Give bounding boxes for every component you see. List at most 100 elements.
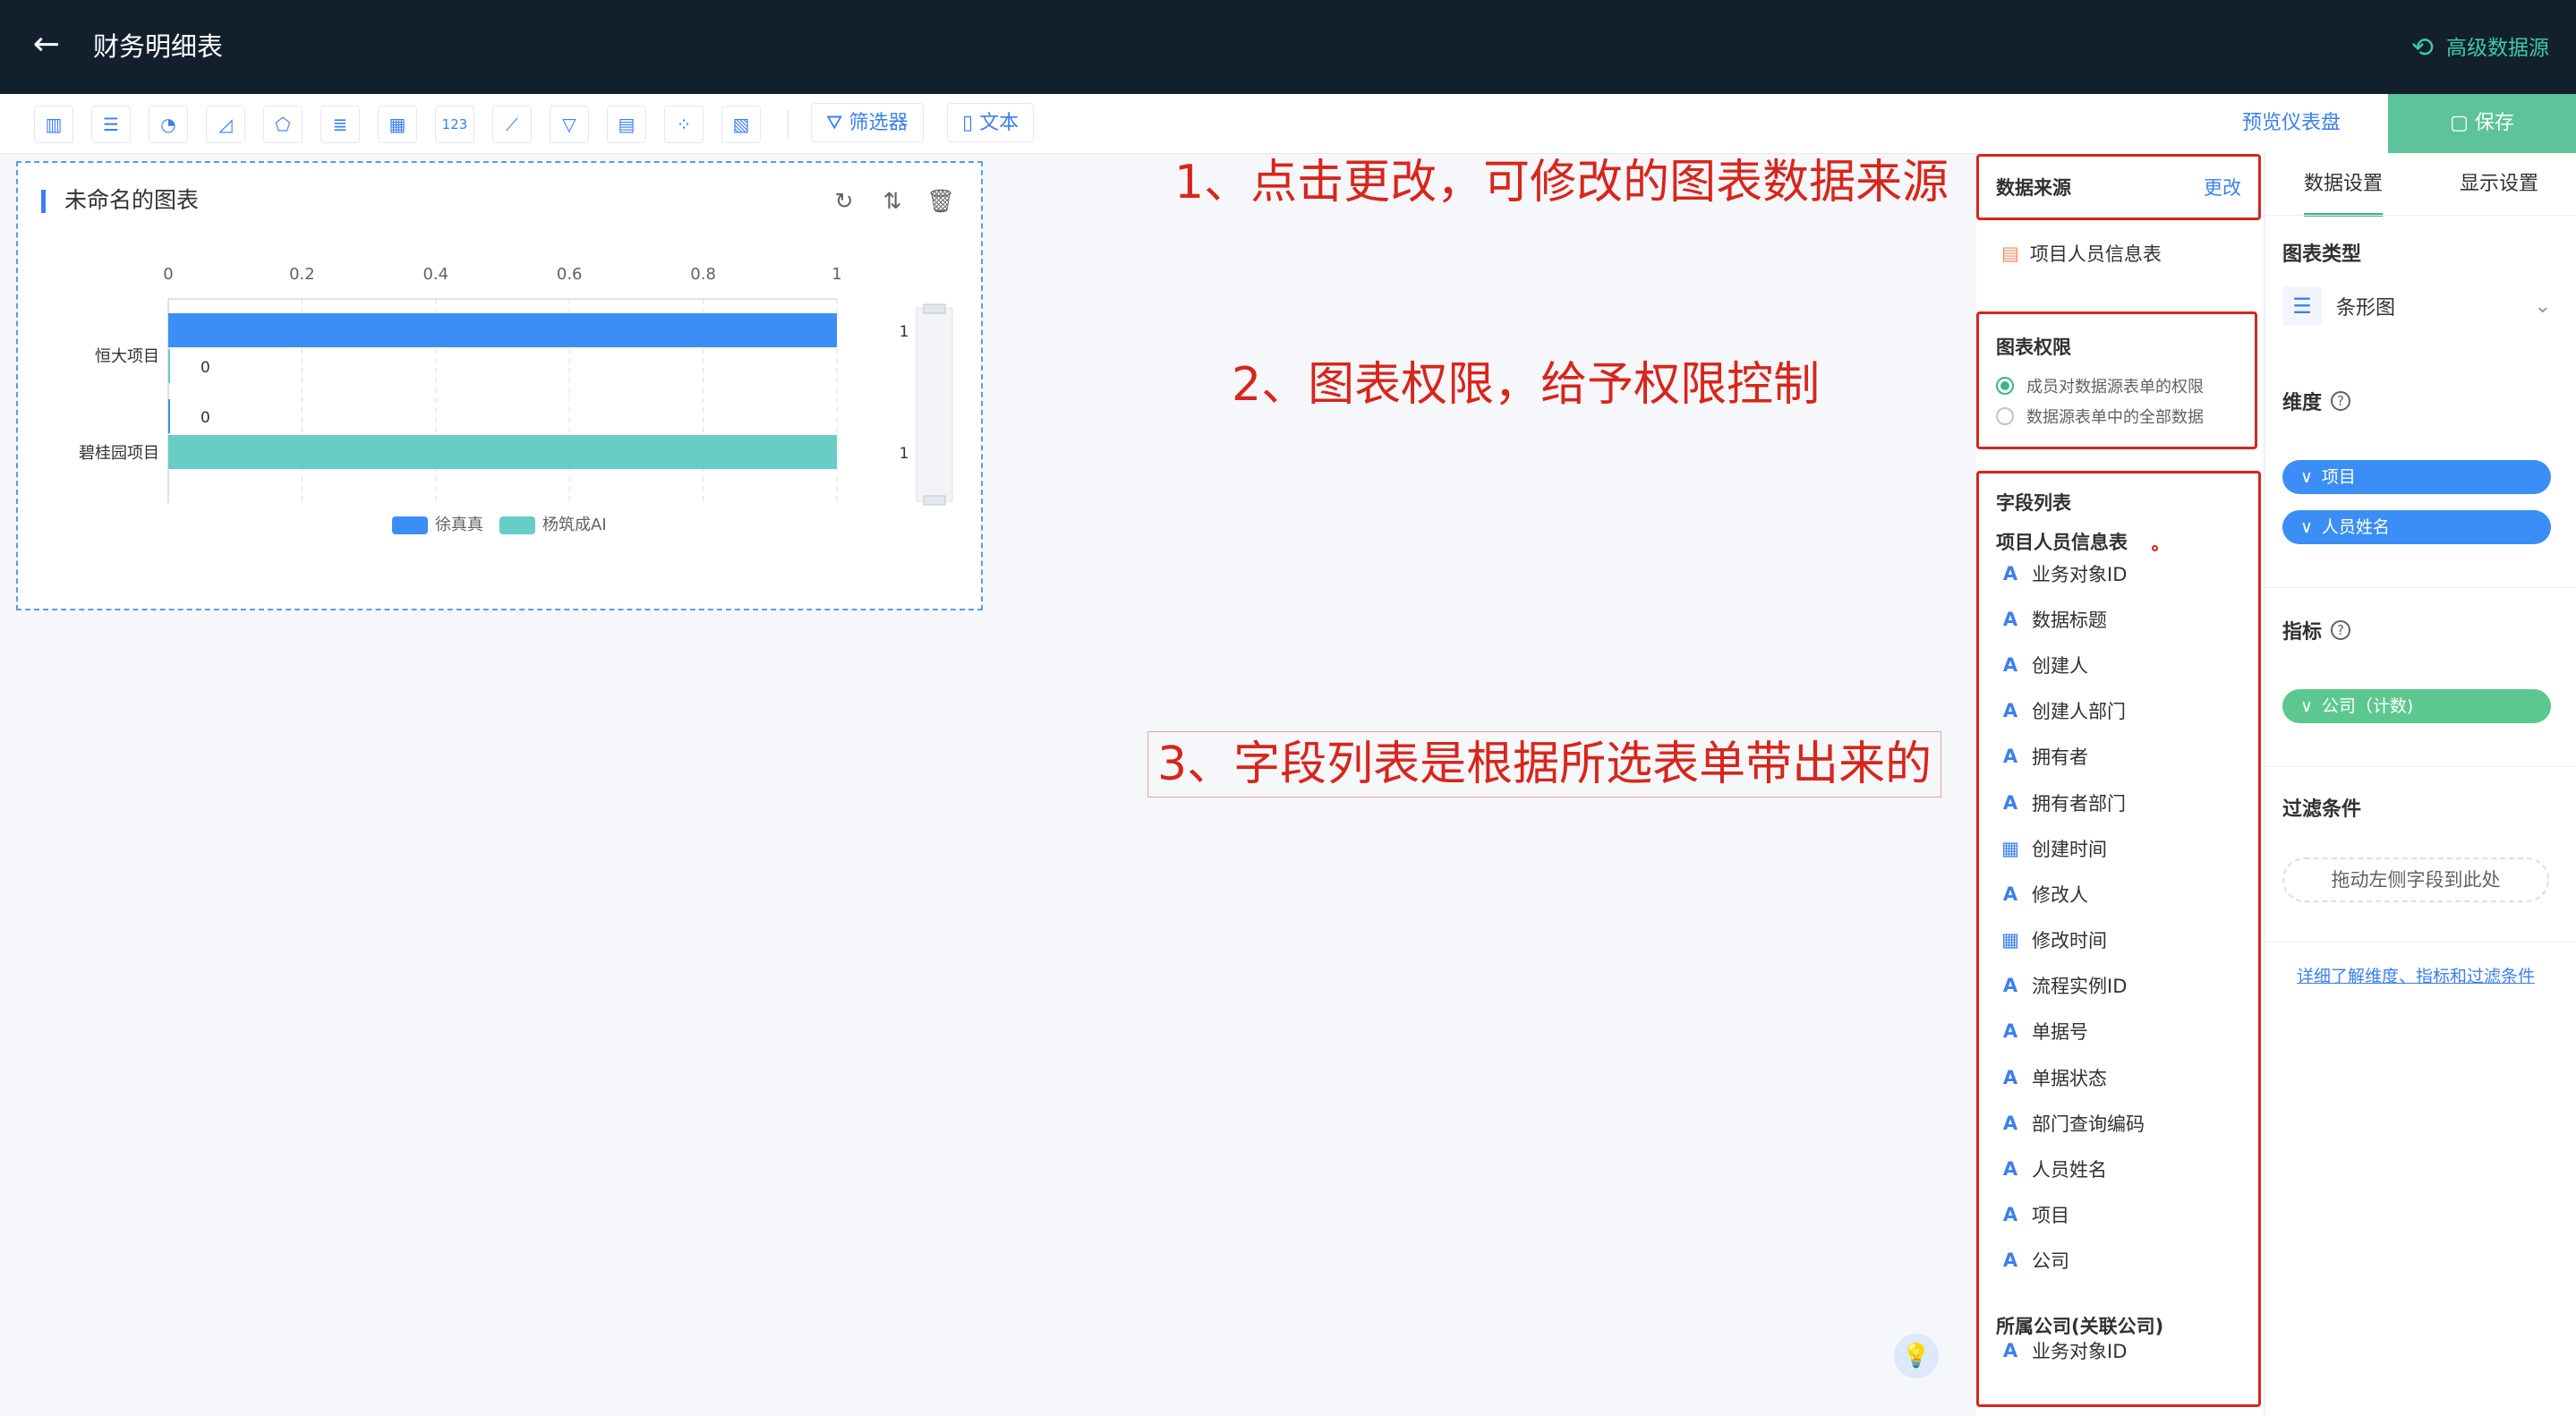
field-item[interactable]: A 人员姓名: [2001, 1146, 2243, 1191]
tab-display-settings[interactable]: 显示设置: [2460, 159, 2538, 213]
chart-type-select[interactable]: ☰ 条形图 ⌄: [2282, 282, 2551, 330]
text-field-icon: A: [2002, 562, 2018, 584]
chart-card[interactable]: 未命名的图表 ↻ ⇅ 🗑 0 0.2 0.4 0.6 0.8 1 恒大项目 1 0 碧桂园项目 0 1…: [16, 161, 983, 610]
legend-label: 杨筑成AI: [542, 516, 607, 534]
field-item[interactable]: A 拥有者部门: [2001, 780, 2243, 825]
exit-icon: ⟲: [2410, 32, 2434, 64]
field-item[interactable]: A 公司: [2001, 1238, 2243, 1284]
list-table-icon[interactable]: ≣: [320, 106, 360, 143]
text-field-icon: A: [2002, 975, 2018, 997]
dimension-pill-label: 项目: [2321, 467, 2356, 487]
line-chart-icon[interactable]: ⟋: [492, 106, 532, 143]
scatter-chart-icon[interactable]: ⁘: [664, 106, 704, 143]
learn-more-link[interactable]: 详细了解维度、指标和过滤条件: [2297, 963, 2535, 987]
text-field-icon: A: [2002, 1204, 2018, 1226]
change-source-link[interactable]: 更改: [2204, 174, 2241, 200]
field-item[interactable]: A 修改人: [2001, 871, 2243, 917]
tab-data-settings[interactable]: 数据设置: [2304, 159, 2384, 217]
pivot-table-icon[interactable]: ▦: [378, 106, 417, 143]
funnel-icon[interactable]: ▽: [550, 106, 589, 143]
chevron-down-icon: ∨: [2300, 467, 2313, 487]
radar-chart-icon[interactable]: ⬠: [263, 106, 303, 143]
horizontal-bar-icon[interactable]: ☰: [91, 106, 131, 143]
radio-selected-icon: [1996, 377, 2014, 395]
back-arrow-icon[interactable]: ←: [27, 25, 66, 64]
help-icon[interactable]: ?: [2331, 620, 2351, 640]
field-item[interactable]: A 数据标题: [2001, 596, 2243, 642]
annotation-3: 3、字段列表是根据所选表单带出来的: [1147, 731, 1942, 798]
text-field-icon: A: [2002, 1066, 2018, 1088]
field-item[interactable]: A 流程实例ID: [2001, 963, 2243, 1009]
field-item[interactable]: A 项目: [2001, 1192, 2243, 1238]
text-field-icon: A: [2002, 883, 2018, 905]
column-chart-icon[interactable]: ▤: [607, 106, 646, 143]
combo-chart-icon[interactable]: ▧: [721, 106, 761, 143]
field-label: 流程实例ID: [2032, 976, 2128, 998]
number-card-icon[interactable]: 123: [435, 106, 474, 143]
metric-pill-company[interactable]: ∨ 公司（计数): [2282, 689, 2551, 723]
field-item[interactable]: A 业务对象ID: [2001, 550, 2243, 596]
field-item[interactable]: A 部门查询编码: [2001, 1100, 2243, 1146]
permission-option-member[interactable]: 成员对数据源表单的权限: [1996, 374, 2204, 397]
bar-chart: 0 0.2 0.4 0.6 0.8 1 恒大项目 1 0 碧桂园项目 0 1: [79, 265, 953, 506]
field-label: 修改时间: [2032, 930, 2107, 952]
dimension-pill-person-name[interactable]: ∨ 人员姓名: [2282, 510, 2551, 544]
preview-dashboard-link[interactable]: 预览仪表盘: [2242, 94, 2341, 153]
y-category-label: 碧桂园项目: [79, 444, 159, 463]
dimension-pill-project[interactable]: ∨ 项目: [2282, 460, 2551, 494]
field-item[interactable]: A 单据状态: [2001, 1054, 2243, 1100]
advanced-data-source-button[interactable]: ⟲ 高级数据源: [2411, 29, 2549, 68]
date-field-icon: ▦: [2001, 929, 2019, 951]
filter-condition-label: 过滤条件: [2282, 793, 2361, 822]
field-item[interactable]: A 单据号: [2001, 1009, 2243, 1054]
save-label: 保存: [2474, 112, 2514, 134]
radio-icon: [1996, 407, 2014, 425]
x-tick-label: 0.2: [289, 265, 315, 284]
pie-chart-icon[interactable]: ◔: [149, 106, 188, 143]
funnel-icon: ⛛: [826, 112, 849, 134]
text-field-icon: A: [2002, 653, 2018, 676]
top-bar: ← 财务明细表 ⟲ 高级数据源: [0, 0, 2576, 94]
dimension-pill-label: 人员姓名: [2321, 517, 2390, 537]
chevron-down-icon: ⌄: [2534, 294, 2551, 318]
field-item[interactable]: A 创建人: [2001, 642, 2243, 687]
toolbar: ▥ ☰ ◔ ◿ ⬠ ≣ ▦ 123 ⟋ ▽ ▤ ⁘ ▧ ⛛ 筛选器 ▯ 文本: [0, 94, 2576, 154]
value-label: 0: [200, 409, 210, 427]
text-button[interactable]: ▯ 文本: [947, 103, 1035, 142]
bar-chart-icon[interactable]: ▥: [34, 106, 73, 143]
form-icon: ▤: [2001, 243, 2019, 264]
field-item[interactable]: A 拥有者: [2001, 734, 2243, 780]
value-label: 1: [900, 323, 909, 341]
related-field-item[interactable]: A 业务对象ID: [2001, 1337, 2128, 1364]
text-field-icon: A: [2002, 1158, 2018, 1181]
legend-item[interactable]: 杨筑成AI: [499, 512, 607, 535]
annotation-2: 2、图表权限，给予权限控制: [1232, 358, 1821, 412]
save-button[interactable]: ▢ 保存: [2388, 94, 2576, 153]
chevron-down-icon: ∨: [2300, 696, 2313, 716]
field-item[interactable]: ▦ 修改时间: [2001, 917, 2243, 963]
permission-option-all[interactable]: 数据源表单中的全部数据: [1996, 405, 2204, 428]
area-chart-icon[interactable]: ◿: [206, 106, 245, 143]
section-divider: [2265, 766, 2576, 767]
zoom-slider-handle-top: [923, 303, 946, 314]
tips-bulb-icon[interactable]: 💡: [1894, 1334, 1939, 1378]
text-field-icon: A: [2002, 608, 2018, 630]
bar-1-0: [168, 349, 170, 383]
chart-type-label: 图表类型: [2282, 238, 2361, 267]
text-field-icon: A: [2002, 1250, 2018, 1272]
help-icon[interactable]: ?: [2331, 391, 2351, 411]
legend-item[interactable]: 徐真真: [392, 512, 483, 535]
field-item[interactable]: A 创建人部门: [2001, 688, 2243, 734]
y-category-label: 恒大项目: [95, 347, 159, 366]
field-label: 业务对象ID: [2032, 563, 2128, 585]
filter-button[interactable]: ⛛ 筛选器: [811, 103, 924, 142]
filter-label: 筛选器: [849, 112, 908, 134]
filter-drop-zone[interactable]: 拖动左侧字段到此处: [2282, 857, 2549, 902]
field-item[interactable]: ▦ 创建时间: [2001, 825, 2243, 871]
bar-0-0: [168, 313, 837, 347]
selected-source[interactable]: ▤ 项目人员信息表: [2001, 240, 2162, 267]
legend-swatch: [392, 516, 428, 534]
section-divider: [2265, 587, 2576, 588]
value-label: 0: [200, 359, 210, 377]
field-label: 单据号: [2032, 1021, 2088, 1044]
